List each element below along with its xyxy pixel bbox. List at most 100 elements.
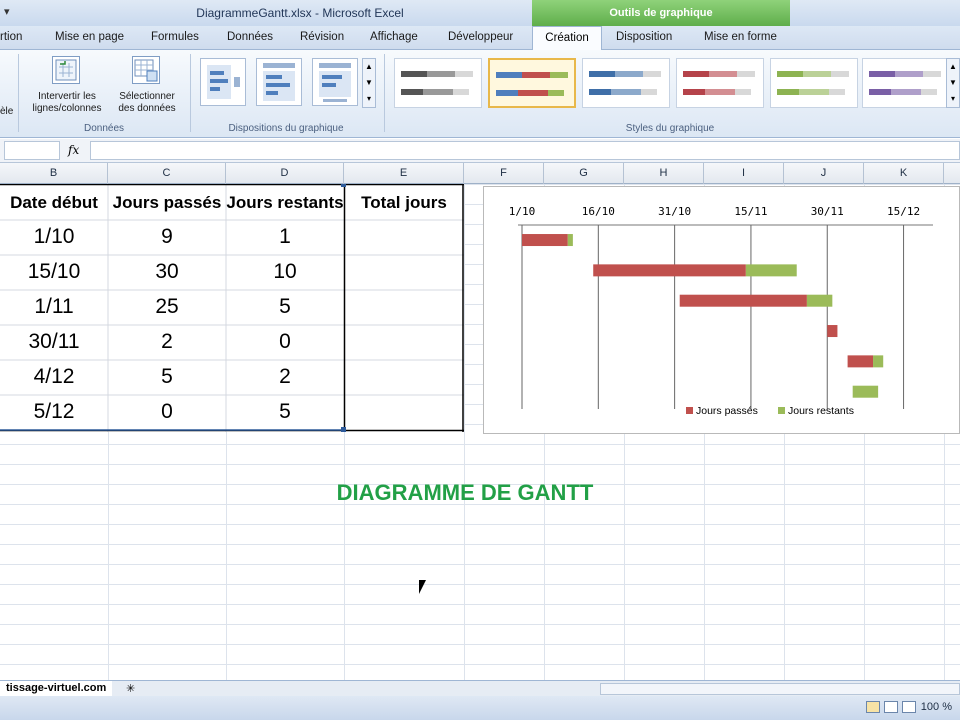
table-cell[interactable]: 25	[108, 295, 226, 319]
legend-label: Jours restants	[788, 405, 854, 417]
table-cell[interactable]: 1	[226, 225, 344, 249]
gantt-bar-remaining	[806, 294, 833, 307]
column-header-f[interactable]: F	[464, 163, 544, 184]
tab-affichage[interactable]: Affichage	[370, 31, 418, 43]
gantt-chart-svg: 1/10 16/10 31/10 15/11 30/11 15/12 Jours passé…	[509, 205, 933, 417]
column-header-i[interactable]: I	[704, 163, 784, 184]
select-data-icon[interactable]	[132, 56, 160, 84]
tab-disposition[interactable]: Disposition	[616, 31, 672, 43]
column-header-k[interactable]: K	[864, 163, 944, 184]
column-header-e[interactable]: E	[344, 163, 464, 184]
chart-tick-label: 30/11	[811, 205, 844, 218]
column-header-c[interactable]: C	[108, 163, 226, 184]
table-cell[interactable]: 1/10	[0, 225, 108, 249]
table-cell[interactable]: 5	[108, 365, 226, 389]
chart-layout-3[interactable]	[312, 58, 358, 106]
excel-window: ▾ DiagrammeGantt.xlsx - Microsoft Excel …	[0, 0, 960, 720]
change-type-partial-label[interactable]: èle	[0, 106, 13, 118]
worksheet-grid[interactable]: Date début Jours passés Jours restants Tota…	[0, 184, 960, 680]
table-header-cell[interactable]: Jours restants	[226, 193, 344, 213]
tab-mise-en-page[interactable]: Mise en page	[55, 31, 124, 43]
tab-mise-en-forme[interactable]: Mise en forme	[704, 31, 777, 43]
normal-view-icon[interactable]	[866, 701, 880, 713]
chart-tick-label: 16/10	[582, 205, 615, 218]
ribbon-tabs: rtion Mise en page Formules Données Révi…	[0, 26, 960, 76]
chart-tick-label: 15/11	[734, 205, 767, 218]
title-bar: ▾ DiagrammeGantt.xlsx - Microsoft Excel …	[0, 0, 960, 26]
table-header-cell[interactable]: Jours passés	[108, 193, 226, 213]
gantt-bar-remaining	[852, 385, 879, 398]
layout-scroll-icon[interactable]: ▲ ▼ ▾	[362, 58, 376, 108]
sheet-tab[interactable]: tissage-virtuel.com	[0, 681, 113, 697]
table-cell[interactable]: 9	[108, 225, 226, 249]
table-header-cell[interactable]: Total jours	[344, 193, 464, 213]
mouse-cursor-icon	[419, 580, 426, 594]
tab-donnees[interactable]: Données	[227, 31, 273, 43]
group-separator	[18, 54, 19, 132]
group-label-data: Données	[83, 123, 125, 134]
table-cell[interactable]: 2	[108, 330, 226, 354]
horizontal-scrollbar[interactable]	[600, 683, 960, 695]
name-box[interactable]	[4, 141, 60, 160]
gantt-bar-done	[522, 234, 568, 247]
ribbon: èle Intervertir les lignes/colonnes Séle…	[0, 50, 960, 138]
table-cell[interactable]: 30	[108, 260, 226, 284]
zoom-level[interactable]: 100 %	[921, 701, 952, 713]
gantt-bar-remaining	[567, 234, 573, 247]
group-separator	[384, 54, 385, 132]
table-cell[interactable]: 15/10	[0, 260, 108, 284]
sheet-tab-bar: tissage-virtuel.com ✳	[0, 680, 960, 697]
table-cell[interactable]: 4/12	[0, 365, 108, 389]
table-cell[interactable]: 10	[226, 260, 344, 284]
chart-style-thumbnail[interactable]	[582, 58, 670, 108]
chart-tick-label: 1/10	[509, 205, 536, 218]
table-cell[interactable]: 2	[226, 365, 344, 389]
chart-layout-1[interactable]	[200, 58, 246, 106]
select-data-button[interactable]: Sélectionner des données	[110, 91, 184, 115]
table-cell[interactable]: 5	[226, 295, 344, 319]
table-cell[interactable]: 5/12	[0, 400, 108, 424]
insert-sheet-icon[interactable]: ✳	[126, 682, 135, 695]
gantt-bar-done	[847, 355, 874, 368]
formula-input[interactable]	[90, 141, 960, 160]
function-icon[interactable]: fx	[68, 143, 79, 157]
switch-row-column-button[interactable]: Intervertir les lignes/colonnes	[26, 91, 108, 115]
table-header-cell[interactable]: Date début	[0, 193, 108, 213]
page-break-view-icon[interactable]	[902, 701, 916, 713]
group-separator	[190, 54, 191, 132]
styles-scroll-icon[interactable]: ▲ ▼ ▾	[946, 58, 960, 108]
chart-style-thumbnail[interactable]	[488, 58, 576, 108]
tab-formules[interactable]: Formules	[151, 31, 199, 43]
chart-style-thumbnail[interactable]	[676, 58, 764, 108]
gantt-chart[interactable]: 1/10 16/10 31/10 15/11 30/11 15/12 Jours passé…	[483, 186, 960, 434]
gantt-bar-remaining	[873, 355, 884, 368]
chart-style-thumbnail[interactable]	[862, 58, 950, 108]
chart-style-thumbnail[interactable]	[394, 58, 482, 108]
chart-tick-label: 31/10	[658, 205, 691, 218]
table-cell[interactable]: 0	[226, 330, 344, 354]
column-header-j[interactable]: J	[784, 163, 864, 184]
tab-creation[interactable]: Création	[532, 26, 602, 51]
chart-style-thumbnail[interactable]	[770, 58, 858, 108]
tab-revision[interactable]: Révision	[300, 31, 344, 43]
column-header-h[interactable]: H	[624, 163, 704, 184]
gantt-bar-remaining	[745, 264, 797, 277]
formula-bar: fx	[0, 139, 960, 163]
column-header-d[interactable]: D	[226, 163, 344, 184]
column-header-b[interactable]: B	[0, 163, 108, 184]
switch-row-column-icon[interactable]	[52, 56, 80, 84]
legend-swatch	[778, 407, 785, 414]
table-cell[interactable]: 30/11	[0, 330, 108, 354]
gantt-bar-done	[593, 264, 746, 277]
tab-developpeur[interactable]: Développeur	[448, 31, 513, 43]
table-cell[interactable]: 5	[226, 400, 344, 424]
page-layout-view-icon[interactable]	[884, 701, 898, 713]
column-header-g[interactable]: G	[544, 163, 624, 184]
tab-insertion[interactable]: rtion	[0, 31, 22, 43]
chart-tick-label: 15/12	[887, 205, 920, 218]
chart-layout-2[interactable]	[256, 58, 302, 106]
table-cell[interactable]: 1/11	[0, 295, 108, 319]
legend-swatch	[686, 407, 693, 414]
table-cell[interactable]: 0	[108, 400, 226, 424]
status-bar: 100 %	[0, 696, 960, 720]
